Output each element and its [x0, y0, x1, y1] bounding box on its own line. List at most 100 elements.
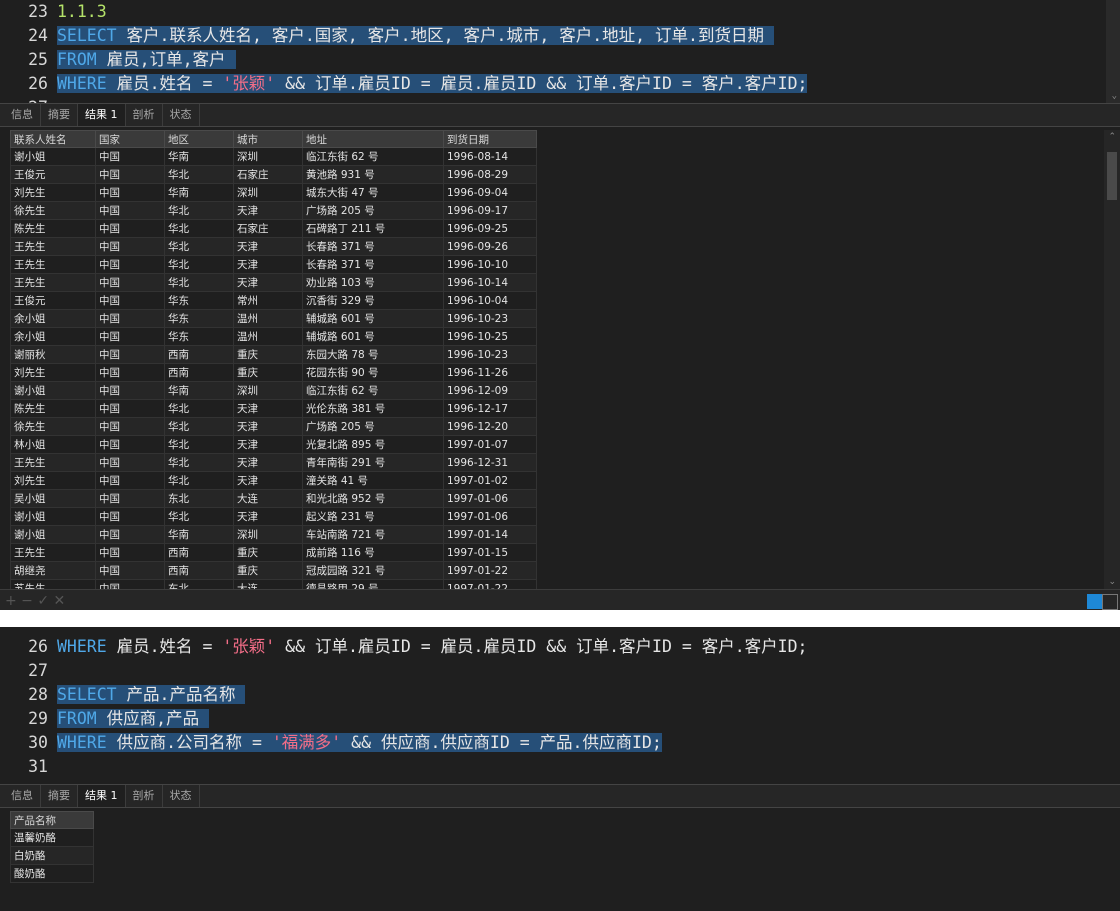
- scroll-up-icon[interactable]: ⌃: [1108, 132, 1116, 142]
- table-cell[interactable]: 余小姐: [10, 327, 96, 346]
- table-cell[interactable]: 1996-08-29: [443, 165, 537, 184]
- table-cell[interactable]: 刘先生: [10, 363, 96, 382]
- table-cell[interactable]: 大连: [233, 489, 303, 508]
- table-cell[interactable]: 中国: [95, 435, 165, 454]
- table-cell[interactable]: 光伦东路 381 号: [302, 399, 444, 418]
- table-cell[interactable]: 华东: [164, 291, 234, 310]
- table-cell[interactable]: 中国: [95, 327, 165, 346]
- table-cell[interactable]: 辅城路 601 号: [302, 309, 444, 328]
- table-cell[interactable]: 中国: [95, 273, 165, 292]
- table-cell[interactable]: 1996-12-09: [443, 381, 537, 400]
- table-cell[interactable]: 广场路 205 号: [302, 201, 444, 220]
- table-cell[interactable]: 谢小姐: [10, 507, 96, 526]
- table-cell[interactable]: 和光北路 952 号: [302, 489, 444, 508]
- table-row[interactable]: 陈先生 中国 华北 石家庄 石碑路丁 211 号 1996-09-25: [10, 219, 537, 238]
- table-cell[interactable]: 刘先生: [10, 183, 96, 202]
- table-row[interactable]: 胡继尧 中国 西南 重庆 冠成园路 321 号 1997-01-22: [10, 561, 537, 580]
- table-cell[interactable]: 临江东街 62 号: [302, 381, 444, 400]
- table-cell[interactable]: 天津: [233, 435, 303, 454]
- table-cell[interactable]: 1996-10-25: [443, 327, 537, 346]
- table-cell[interactable]: 徐先生: [10, 417, 96, 436]
- table-cell[interactable]: 中国: [95, 453, 165, 472]
- table-row[interactable]: 徐先生 中国 华北 天津 广场路 205 号 1996-12-20: [10, 417, 537, 436]
- table-cell[interactable]: 天津: [233, 201, 303, 220]
- table-cell[interactable]: 温州: [233, 327, 303, 346]
- table-cell[interactable]: 临江东街 62 号: [302, 147, 444, 166]
- table-cell[interactable]: 成前路 116 号: [302, 543, 444, 562]
- table-row[interactable]: 谢小姐 中国 华北 天津 起义路 231 号 1997-01-06: [10, 507, 537, 526]
- table-cell[interactable]: 中国: [95, 219, 165, 238]
- table-cell[interactable]: 吴小姐: [10, 489, 96, 508]
- table-row[interactable]: 徐先生 中国 华北 天津 广场路 205 号 1996-09-17: [10, 201, 537, 220]
- table-cell[interactable]: 石碑路丁 211 号: [302, 219, 444, 238]
- table-cell[interactable]: 1996-10-04: [443, 291, 537, 310]
- table-cell[interactable]: 华南: [164, 183, 234, 202]
- table-cell[interactable]: 华北: [164, 255, 234, 274]
- table-cell[interactable]: 广场路 205 号: [302, 417, 444, 436]
- table-cell[interactable]: 中国: [95, 291, 165, 310]
- scroll-down-icon[interactable]: ⌄: [1108, 577, 1116, 587]
- table-row[interactable]: 吴小姐 中国 东北 大连 和光北路 952 号 1997-01-06: [10, 489, 537, 508]
- tab-0[interactable]: 信息: [4, 785, 41, 807]
- table-cell[interactable]: 西南: [164, 543, 234, 562]
- table-cell[interactable]: 黄池路 931 号: [302, 165, 444, 184]
- scroll-down-icon[interactable]: ⌄: [1112, 91, 1117, 101]
- table-cell[interactable]: 中国: [95, 543, 165, 562]
- table-cell[interactable]: 王先生: [10, 273, 96, 292]
- table-cell[interactable]: 1997-01-06: [443, 507, 537, 526]
- table-cell[interactable]: 华东: [164, 327, 234, 346]
- column-header[interactable]: 地址: [302, 130, 444, 148]
- table-cell[interactable]: 西南: [164, 363, 234, 382]
- record-actions-icons[interactable]: + − ✓ ✕: [5, 593, 65, 609]
- table-row[interactable]: 谢小姐 中国 华南 深圳 车站南路 721 号 1997-01-14: [10, 525, 537, 544]
- table-cell[interactable]: 劝业路 103 号: [302, 273, 444, 292]
- table-cell[interactable]: 重庆: [233, 363, 303, 382]
- table-cell[interactable]: 中国: [95, 309, 165, 328]
- table-cell[interactable]: 中国: [95, 237, 165, 256]
- table-cell[interactable]: 光复北路 895 号: [302, 435, 444, 454]
- table-cell[interactable]: 谢小姐: [10, 381, 96, 400]
- table-row[interactable]: 陈先生 中国 华北 天津 光伦东路 381 号 1996-12-17: [10, 399, 537, 418]
- table-row[interactable]: 余小姐 中国 华东 温州 辅城路 601 号 1996-10-23: [10, 309, 537, 328]
- table-cell[interactable]: 陈先生: [10, 399, 96, 418]
- table-row[interactable]: 刘先生 中国 华北 天津 潼关路 41 号 1997-01-02: [10, 471, 537, 490]
- table-cell[interactable]: 华东: [164, 309, 234, 328]
- table-cell[interactable]: 中国: [95, 525, 165, 544]
- table-cell[interactable]: 陈先生: [10, 219, 96, 238]
- table-cell[interactable]: 华北: [164, 219, 234, 238]
- scrollbar-thumb[interactable]: [1107, 152, 1117, 200]
- table-cell[interactable]: 天津: [233, 507, 303, 526]
- table-cell[interactable]: 西南: [164, 345, 234, 364]
- table-cell[interactable]: 中国: [95, 183, 165, 202]
- table-cell[interactable]: 徐先生: [10, 201, 96, 220]
- table-cell[interactable]: 余小姐: [10, 309, 96, 328]
- table-cell[interactable]: 中国: [95, 399, 165, 418]
- tab-3[interactable]: 剖析: [126, 104, 163, 126]
- table-cell[interactable]: 1996-09-26: [443, 237, 537, 256]
- column-header[interactable]: 联系人姓名: [10, 130, 96, 148]
- table-cell[interactable]: 天津: [233, 471, 303, 490]
- table-row[interactable]: 白奶酪: [10, 846, 94, 865]
- column-header[interactable]: 产品名称: [10, 811, 94, 829]
- table-cell[interactable]: 中国: [95, 147, 165, 166]
- table-cell[interactable]: 1997-01-15: [443, 543, 537, 562]
- table-cell[interactable]: 东北: [164, 489, 234, 508]
- table-cell[interactable]: 天津: [233, 417, 303, 436]
- form-view-icon[interactable]: [1102, 594, 1118, 610]
- table-cell[interactable]: 花园东街 90 号: [302, 363, 444, 382]
- tab-3[interactable]: 剖析: [126, 785, 163, 807]
- table-cell[interactable]: 天津: [233, 255, 303, 274]
- table-cell[interactable]: 1996-09-04: [443, 183, 537, 202]
- table-cell[interactable]: 深圳: [233, 147, 303, 166]
- table-cell[interactable]: 1997-01-22: [443, 561, 537, 580]
- grid-view-icon[interactable]: [1087, 594, 1102, 609]
- table-cell[interactable]: 1997-01-07: [443, 435, 537, 454]
- table-cell[interactable]: 西南: [164, 561, 234, 580]
- table-cell[interactable]: 王先生: [10, 237, 96, 256]
- table-cell[interactable]: 温馨奶酪: [10, 828, 94, 847]
- table-cell[interactable]: 常州: [233, 291, 303, 310]
- table-cell[interactable]: 东园大路 78 号: [302, 345, 444, 364]
- table-cell[interactable]: 华北: [164, 399, 234, 418]
- table-cell[interactable]: 天津: [233, 273, 303, 292]
- table-cell[interactable]: 1996-11-26: [443, 363, 537, 382]
